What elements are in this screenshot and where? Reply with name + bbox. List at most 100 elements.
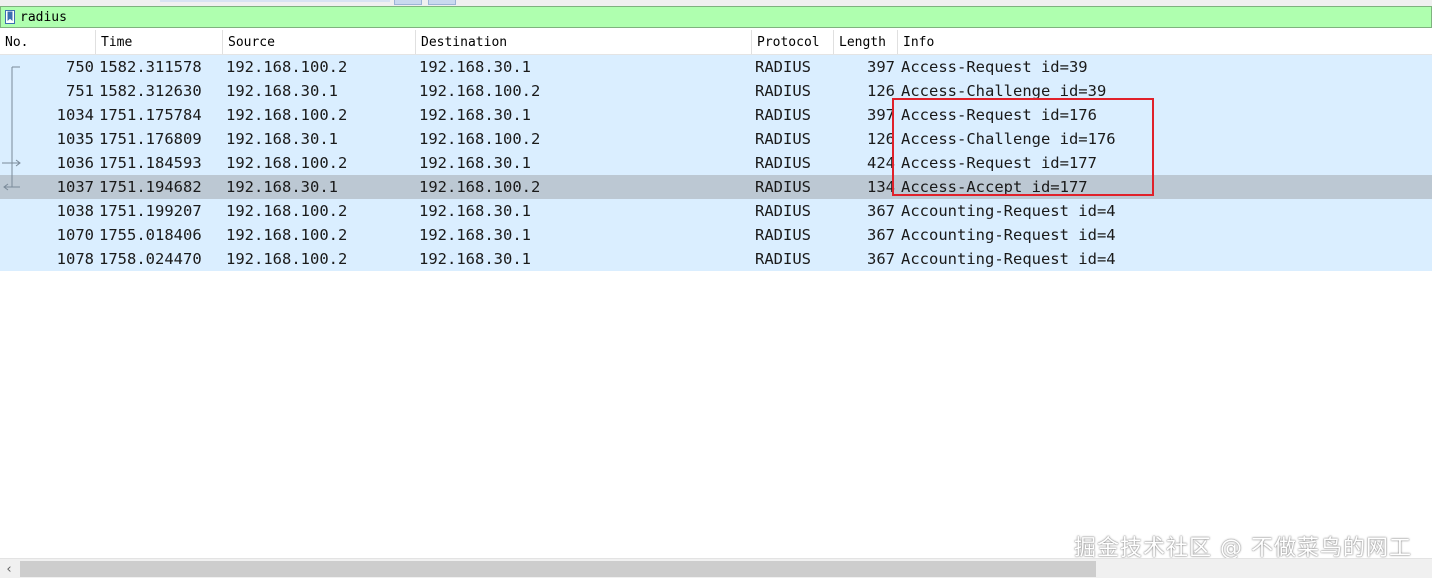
column-header-protocol[interactable]: Protocol bbox=[752, 30, 834, 54]
related-packet-indicator-icon bbox=[0, 175, 22, 199]
packet-source: 192.168.30.1 bbox=[226, 130, 338, 148]
packet-time: 1582.311578 bbox=[99, 58, 202, 76]
related-packet-indicator-icon bbox=[0, 247, 22, 271]
column-header-source[interactable]: Source bbox=[223, 30, 416, 54]
packet-list: 750 1582.311578 192.168.100.2 192.168.30.1 R… bbox=[0, 55, 1432, 271]
table-row[interactable]: 751 1582.312630 192.168.30.1 192.168.100.2 R… bbox=[0, 79, 1432, 103]
related-packet-indicator-icon bbox=[0, 79, 22, 103]
column-header-info[interactable]: Info bbox=[898, 30, 1432, 54]
related-packet-indicator-icon bbox=[0, 103, 22, 127]
packet-protocol: RADIUS bbox=[755, 202, 811, 220]
packet-source: 192.168.100.2 bbox=[226, 202, 348, 220]
packet-number: 1037 bbox=[56, 178, 94, 196]
bookmark-icon[interactable] bbox=[4, 9, 16, 25]
table-row-selected[interactable]: 1037 1751.194682 192.168.30.1 192.168.100.2… bbox=[0, 175, 1432, 199]
display-filter-input[interactable]: radius bbox=[20, 10, 67, 25]
toolbar-divider bbox=[160, 0, 390, 2]
packet-info: Access-Request id=177 bbox=[901, 154, 1097, 172]
packet-destination: 192.168.100.2 bbox=[419, 82, 541, 100]
column-header-row: No. Time Source Destination Protocol Len… bbox=[0, 30, 1432, 55]
packet-source: 192.168.100.2 bbox=[226, 58, 348, 76]
related-packet-indicator-icon bbox=[0, 199, 22, 223]
scroll-left-arrow-icon[interactable]: ‹ bbox=[0, 559, 18, 578]
packet-destination: 192.168.100.2 bbox=[419, 130, 541, 148]
scrollbar-thumb[interactable] bbox=[20, 561, 1096, 577]
packet-info: Accounting-Request id=4 bbox=[901, 202, 1116, 220]
packet-protocol: RADIUS bbox=[755, 130, 811, 148]
packet-protocol: RADIUS bbox=[755, 82, 811, 100]
packet-protocol: RADIUS bbox=[755, 250, 811, 268]
packet-length: 367 bbox=[867, 202, 895, 220]
related-packet-indicator-icon bbox=[0, 55, 22, 79]
packet-number: 1036 bbox=[56, 154, 94, 172]
packet-destination: 192.168.30.1 bbox=[419, 250, 531, 268]
packet-number: 1035 bbox=[56, 130, 94, 148]
packet-info: Access-Request id=39 bbox=[901, 58, 1088, 76]
packet-destination: 192.168.30.1 bbox=[419, 106, 531, 124]
horizontal-scrollbar[interactable]: ‹ bbox=[0, 558, 1432, 578]
table-row[interactable]: 1036 1751.184593 192.168.100.2 192.168.30.1… bbox=[0, 151, 1432, 175]
column-header-length[interactable]: Length bbox=[834, 30, 898, 54]
wireshark-packet-list: radius No. Time Source Destination Proto… bbox=[0, 0, 1432, 578]
packet-number: 1078 bbox=[56, 250, 94, 268]
column-header-time[interactable]: Time bbox=[96, 30, 223, 54]
packet-time: 1751.199207 bbox=[99, 202, 202, 220]
packet-number: 750 bbox=[66, 58, 94, 76]
packet-time: 1582.312630 bbox=[99, 82, 202, 100]
packet-protocol: RADIUS bbox=[755, 226, 811, 244]
packet-info: Accounting-Request id=4 bbox=[901, 250, 1116, 268]
packet-number: 1070 bbox=[56, 226, 94, 244]
packet-source: 192.168.100.2 bbox=[226, 106, 348, 124]
packet-length: 397 bbox=[867, 58, 895, 76]
table-row[interactable]: 1078 1758.024470 192.168.100.2 192.168.30.1… bbox=[0, 247, 1432, 271]
packet-destination: 192.168.30.1 bbox=[419, 202, 531, 220]
packet-protocol: RADIUS bbox=[755, 154, 811, 172]
packet-length: 424 bbox=[867, 154, 895, 172]
packet-info: Access-Accept id=177 bbox=[901, 178, 1088, 196]
table-row[interactable]: 750 1582.311578 192.168.100.2 192.168.30.1 R… bbox=[0, 55, 1432, 79]
packet-info: Access-Request id=176 bbox=[901, 106, 1097, 124]
packet-destination: 192.168.100.2 bbox=[419, 178, 541, 196]
packet-length: 397 bbox=[867, 106, 895, 124]
packet-destination: 192.168.30.1 bbox=[419, 226, 531, 244]
related-packet-indicator-icon bbox=[0, 223, 22, 247]
related-packet-indicator-icon bbox=[0, 151, 22, 175]
packet-source: 192.168.30.1 bbox=[226, 178, 338, 196]
packet-info: Access-Challenge id=176 bbox=[901, 130, 1116, 148]
packet-source: 192.168.30.1 bbox=[226, 82, 338, 100]
packet-time: 1751.176809 bbox=[99, 130, 202, 148]
packet-source: 192.168.100.2 bbox=[226, 154, 348, 172]
display-filter-bar[interactable]: radius bbox=[0, 6, 1432, 28]
packet-number: 1034 bbox=[56, 106, 94, 124]
packet-length: 367 bbox=[867, 226, 895, 244]
toolbar-button[interactable] bbox=[394, 0, 422, 5]
packet-destination: 192.168.30.1 bbox=[419, 58, 531, 76]
packet-time: 1751.194682 bbox=[99, 178, 202, 196]
packet-length: 134 bbox=[867, 178, 895, 196]
table-row[interactable]: 1035 1751.176809 192.168.30.1 192.168.100.2… bbox=[0, 127, 1432, 151]
packet-info: Access-Challenge id=39 bbox=[901, 82, 1107, 100]
packet-info: Accounting-Request id=4 bbox=[901, 226, 1116, 244]
packet-time: 1751.175784 bbox=[99, 106, 202, 124]
packet-protocol: RADIUS bbox=[755, 106, 811, 124]
packet-source: 192.168.100.2 bbox=[226, 250, 348, 268]
column-header-no[interactable]: No. bbox=[0, 30, 96, 54]
packet-length: 367 bbox=[867, 250, 895, 268]
packet-protocol: RADIUS bbox=[755, 58, 811, 76]
related-packet-indicator-icon bbox=[0, 127, 22, 151]
packet-length: 126 bbox=[867, 82, 895, 100]
packet-protocol: RADIUS bbox=[755, 178, 811, 196]
table-row[interactable]: 1034 1751.175784 192.168.100.2 192.168.30.1… bbox=[0, 103, 1432, 127]
packet-destination: 192.168.30.1 bbox=[419, 154, 531, 172]
packet-time: 1755.018406 bbox=[99, 226, 202, 244]
packet-source: 192.168.100.2 bbox=[226, 226, 348, 244]
column-header-destination[interactable]: Destination bbox=[416, 30, 752, 54]
packet-number: 751 bbox=[66, 82, 94, 100]
table-row[interactable]: 1038 1751.199207 192.168.100.2 192.168.30.1… bbox=[0, 199, 1432, 223]
table-row[interactable]: 1070 1755.018406 192.168.100.2 192.168.30.1… bbox=[0, 223, 1432, 247]
toolbar-button[interactable] bbox=[428, 0, 456, 5]
packet-time: 1751.184593 bbox=[99, 154, 202, 172]
packet-length: 126 bbox=[867, 130, 895, 148]
packet-time: 1758.024470 bbox=[99, 250, 202, 268]
packet-number: 1038 bbox=[56, 202, 94, 220]
